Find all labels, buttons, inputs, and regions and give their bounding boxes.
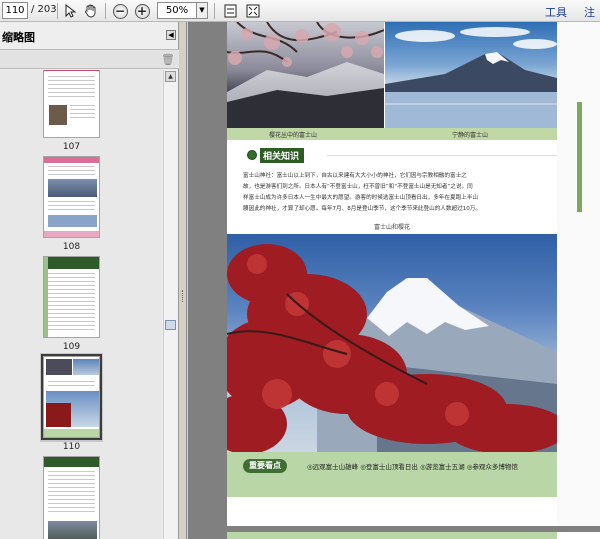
thumbnail-page-111[interactable] — [43, 456, 100, 539]
page-total: / 203 — [31, 4, 57, 15]
hand-tool-icon[interactable] — [82, 2, 100, 20]
splitter-grip-icon[interactable] — [182, 290, 184, 302]
photo-fuji-lake — [385, 22, 557, 128]
photo-caption-right: 宁静的富士山 — [452, 132, 489, 139]
highlights-badge: 重要看点 — [243, 459, 287, 473]
zoom-input[interactable]: 50% — [157, 2, 197, 19]
trash-icon[interactable]: 🗑 — [161, 53, 175, 66]
zoom-dropdown-chevron-icon[interactable]: ▼ — [196, 2, 208, 19]
photo-cherry-fuji — [227, 22, 384, 128]
thumb-text — [48, 201, 95, 213]
thumb-text — [48, 381, 95, 389]
thumb-header-band — [44, 70, 99, 71]
margin-decoration — [577, 102, 582, 212]
section-rule — [327, 155, 557, 156]
section-bullet-icon — [247, 150, 257, 160]
thumb-image — [48, 521, 97, 539]
select-cursor-icon[interactable] — [62, 2, 80, 20]
thumb-header-band — [44, 457, 99, 467]
sidebar-title: 缩略图 — [2, 31, 35, 44]
thumb-image — [48, 215, 97, 227]
thumbnail-label: 109 — [62, 342, 81, 352]
tools-menu[interactable]: 工具 — [545, 4, 567, 20]
thumbnail-page-110[interactable] — [41, 354, 102, 440]
thumb-text — [48, 166, 95, 178]
toolbar: 110 / 203 − + 50% ▼ 工具 注释 — [0, 0, 600, 35]
fit-page-icon[interactable] — [244, 2, 262, 20]
body-line: 样富士山成为许多日本人一生中最大的愿望。游客的时候选富士山顶看日出，多年在夏跑上… — [243, 195, 478, 201]
page-number-input[interactable]: 110 — [2, 2, 28, 19]
thumb-text — [70, 105, 95, 121]
sidebar-collapse-icon[interactable]: ◀ — [166, 30, 176, 40]
document-view[interactable]: 樱花丛中的富士山 宁静的富士山 相关知识 富士山神社：富士山以上到下，自古以来建… — [188, 22, 600, 539]
highlights-band: 重要看点 ◎远观富士山雄峰 ◎登富士山顶看日出 ◎游览富士五湖 ◎参观众多博物馆 — [227, 452, 557, 497]
photo-caption-strip: 樱花丛中的富士山 宁静的富士山 — [227, 128, 557, 140]
thumb-footer-band — [44, 231, 99, 237]
zoom-out-icon[interactable]: − — [111, 2, 129, 20]
thumbnail-label: 107 — [62, 142, 81, 152]
thumb-image — [73, 359, 99, 375]
thumb-image-trees — [46, 403, 71, 427]
scrollbar-thumb[interactable] — [165, 320, 176, 330]
next-page-band — [227, 532, 557, 539]
thumbnail-page-108[interactable] — [43, 156, 100, 238]
big-photo-caption: 富士山和樱花 — [227, 222, 557, 234]
thumb-image — [49, 105, 67, 125]
pdf-next-page — [227, 532, 600, 539]
toolbar-separator — [214, 3, 215, 19]
sidebar-options-bar: 🗑 — [0, 49, 179, 69]
pdf-page: 樱花丛中的富士山 宁静的富士山 相关知识 富士山神社：富士山以上到下，自古以来建… — [227, 22, 600, 526]
fit-width-icon[interactable] — [221, 2, 239, 20]
scroll-up-icon[interactable]: ▲ — [165, 71, 176, 82]
section-heading: 相关知识 — [247, 147, 305, 163]
panel-splitter[interactable] — [179, 22, 187, 539]
thumbnail-label: 108 — [62, 242, 81, 252]
toolbar-separator — [57, 3, 58, 19]
photo-caption-left: 樱花丛中的富士山 — [269, 132, 318, 139]
thumb-image — [46, 359, 72, 375]
thumb-image — [46, 391, 99, 427]
thumb-header-band — [44, 257, 99, 269]
zoom-in-icon[interactable]: + — [133, 2, 151, 20]
highlights-text: ◎远观富士山雄峰 ◎登富士山顶看日出 ◎游览富士五湖 ◎参观众多博物馆 — [307, 463, 518, 471]
photo-fuji-red-trees — [227, 234, 557, 452]
thumb-side-band — [44, 257, 48, 337]
thumb-header-band — [44, 157, 99, 163]
body-line: 故，也是游客们到之所。日本人有“不登富士山，枉不曾旧”和“不登富士山是无知者”之… — [243, 184, 473, 190]
toolbar-separator — [105, 3, 106, 19]
page-right-margin — [557, 22, 600, 526]
section-title: 相关知识 — [260, 147, 305, 163]
thumb-footer-band — [44, 429, 99, 437]
thumbnail-label: 110 — [62, 442, 81, 452]
thumb-text — [48, 273, 95, 333]
sidebar-header: 缩略图 ◀ — [0, 28, 179, 44]
thumb-image — [48, 179, 97, 197]
thumbnail-page-109[interactable] — [43, 256, 100, 338]
thumbnail-sidebar: 缩略图 ◀ 🗑 107 108 109 110 ▲ — [0, 22, 179, 539]
thumb-text — [48, 76, 95, 100]
body-line: 富士山神社：富士山以上到下，自古以来建有大大小小的神社，它们因与宗教相融的富士之 — [243, 173, 467, 179]
sidebar-scrollbar[interactable]: ▲ — [163, 70, 177, 539]
body-line: 腰因此的神社，才算了却心愿。每年7月、8月是登山季节，这个季节来此登山的人数超过… — [243, 206, 481, 212]
body-text: 富士山神社：富士山以上到下，自古以来建有大大小小的神社，它们因与宗教相融的富士之… — [243, 171, 555, 215]
thumbnail-page-107[interactable] — [43, 70, 100, 138]
thumbnail-list: 107 108 109 110 — [0, 70, 162, 539]
thumb-text — [48, 471, 95, 515]
